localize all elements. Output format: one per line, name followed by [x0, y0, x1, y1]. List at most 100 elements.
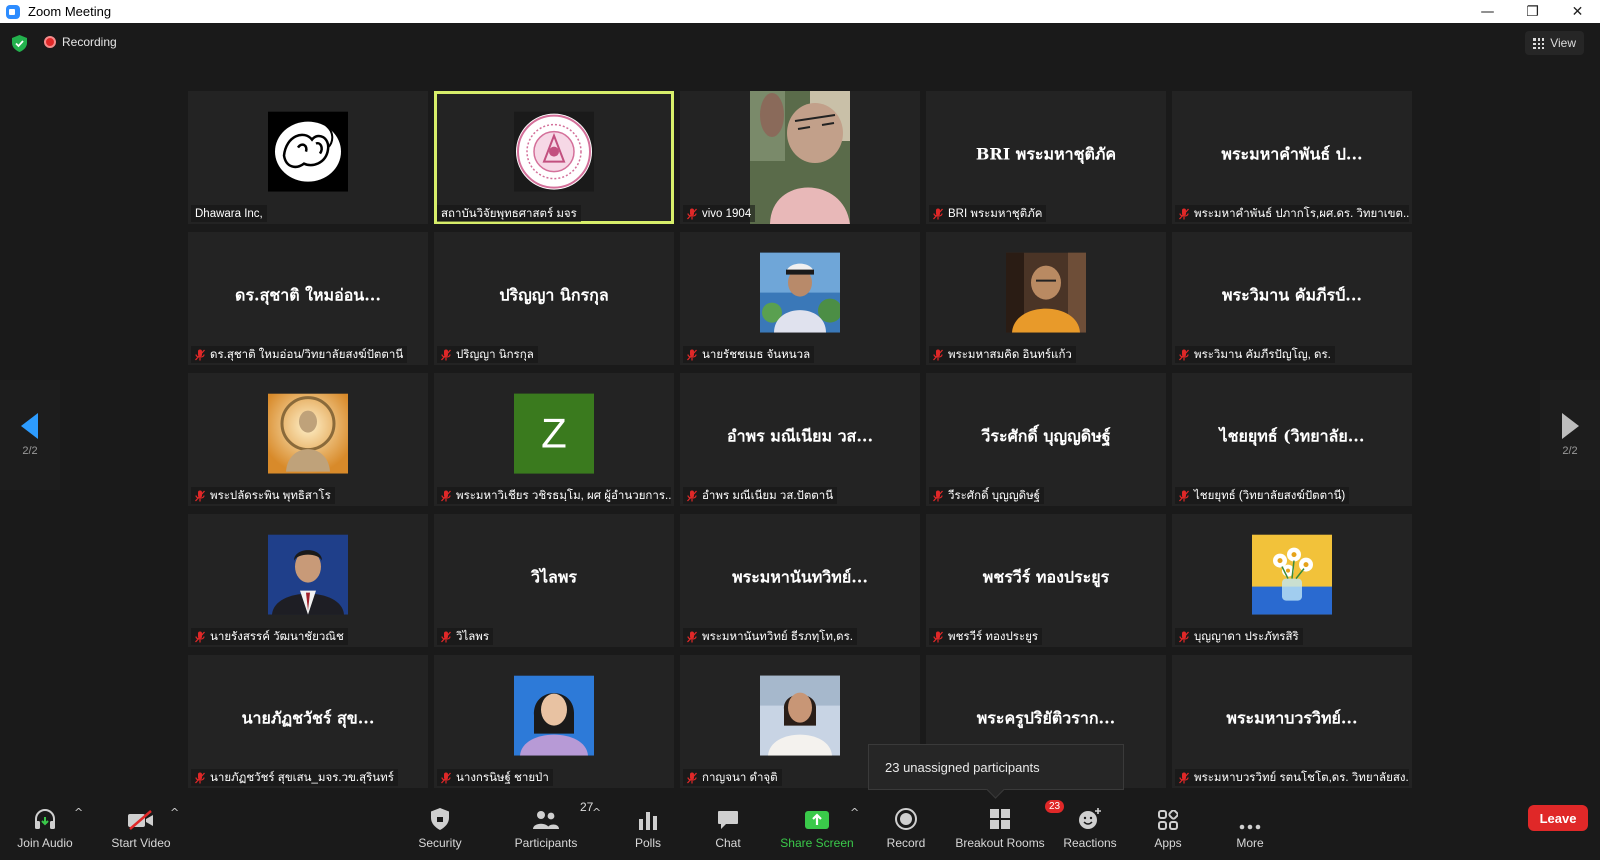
chat-label: Chat [715, 836, 741, 850]
participant-name: วีระศักดิ์ บุญญดิษฐ์ [948, 489, 1041, 502]
join-audio-button[interactable]: Join Audio [14, 800, 76, 860]
more-dots-icon [1239, 824, 1261, 830]
leave-button[interactable]: Leave [1528, 805, 1588, 831]
participant-name: นายภัฏชวัชร์ สุขเสน_มจร.วข.สุรินทร์ [210, 771, 394, 784]
share-options-chevron-icon[interactable]: ^ [850, 806, 859, 819]
start-video-button[interactable]: Start Video [106, 800, 176, 860]
participant-name-label: อำพร มณีเนียม วส.ปัตตานี [683, 487, 838, 504]
polls-icon [639, 812, 657, 830]
participant-tile[interactable]: นายรัชชเมธ จันหนวล [680, 232, 920, 365]
participant-tile[interactable]: พระปลัดระพิน พุทธิสาโร [188, 373, 428, 506]
next-page-button[interactable]: 2/2 [1540, 380, 1600, 490]
audio-options-chevron-icon[interactable]: ^ [74, 806, 83, 819]
unassigned-participants-tooltip: 23 unassigned participants [868, 744, 1124, 790]
participant-name: ไชยยุทธ์ (วิทยาลัยสงฆ์ปัตตานี) [1194, 489, 1346, 502]
minimize-button[interactable]: — [1465, 0, 1510, 23]
participant-name-label: พระปลัดระพิน พุทธิสาโร [191, 487, 335, 504]
participant-tile[interactable]: Dhawara Inc, [188, 91, 428, 224]
encryption-shield-icon[interactable] [12, 35, 27, 52]
participant-tile[interactable]: นายรังสรรค์ วัฒนาชัยวณิช [188, 514, 428, 647]
record-button[interactable]: Record [884, 800, 928, 860]
participant-tile[interactable]: ดร.สุชาติ ใหมอ่อน... ดร.สุชาติ ใหมอ่อน/วิ… [188, 232, 428, 365]
record-label: Record [886, 836, 926, 850]
security-label: Security [418, 836, 462, 850]
participant-display-name: พระครูปริยัติวราก... [976, 708, 1116, 727]
window-titlebar: Zoom Meeting — ❐ ✕ [0, 0, 1600, 23]
participant-name-label: Dhawara Inc, [191, 205, 267, 222]
participant-name-label: พระมหาสมคิด อินทร์แก้ว [929, 346, 1076, 363]
grid-view-icon [1533, 37, 1545, 49]
video-options-chevron-icon[interactable]: ^ [170, 806, 179, 819]
recording-indicator[interactable]: Recording [44, 35, 117, 49]
participant-tile[interactable]: บุญญาดา ประภัทรสิริ [1172, 514, 1412, 647]
chat-icon [718, 811, 738, 829]
participant-display-name: พระมหานันทวิทย์... [732, 567, 868, 586]
participant-name-label: ปริญญา นิกรกุล [437, 346, 538, 363]
participant-tile[interactable]: พระวิมาน คัมภีรป์... พระวิมาน คัมภีรปัญโญ… [1172, 232, 1412, 365]
participant-video [750, 91, 850, 224]
participant-tile[interactable]: BRI พระมหาชุติภัค BRI พระมหาชุติภัค [926, 91, 1166, 224]
participant-tile[interactable]: ไชยยุทธ์ (วิทยาลัย... ไชยยุทธ์ (วิทยาลัยส… [1172, 373, 1412, 506]
participant-name-label: กาญจนา ดำจุติ [683, 769, 782, 786]
breakout-rooms-button[interactable]: 23 Breakout Rooms [952, 800, 1065, 860]
meeting-topbar: Recording View [0, 23, 1600, 63]
previous-page-button[interactable]: 2/2 [0, 380, 60, 490]
participant-tile[interactable]: พระมหาบวรวิทย์... พระมหาบวรวิทย์ รตนโชโต,… [1172, 655, 1412, 788]
polls-button[interactable]: Polls [628, 800, 668, 860]
participants-button[interactable]: 27 Participants [512, 800, 594, 860]
participants-icon [533, 811, 559, 829]
participants-options-chevron-icon[interactable]: ^ [592, 806, 601, 819]
apps-button[interactable]: Apps [1148, 800, 1188, 860]
participant-tile[interactable]: อำพร มณีเนียม วส... อำพร มณีเนียม วส.ปัตต… [680, 373, 920, 506]
video-off-icon [128, 810, 153, 830]
participant-display-name: วีระศักดิ์ บุญญดิษฐ์ [981, 426, 1111, 445]
avatar [268, 111, 348, 192]
participant-name: สถาบันวิจัยพุทธศาสตร์ มจร [441, 207, 577, 220]
participant-tile[interactable]: วีระศักดิ์ บุญญดิษฐ์ วีระศักดิ์ บุญญดิษฐ์ [926, 373, 1166, 506]
chat-button[interactable]: Chat [708, 800, 748, 860]
participant-name: ปริญญา นิกรกุล [456, 348, 534, 361]
more-button[interactable]: More [1230, 800, 1270, 860]
participant-tile[interactable]: วิไลพร วิไลพร [434, 514, 674, 647]
participant-display-name: ปริญญา นิกรกุล [499, 285, 609, 304]
view-button[interactable]: View [1525, 31, 1584, 55]
participant-name-label: vivo 1904 [683, 205, 756, 222]
participant-tile[interactable]: นางกรนิษฐ์ ชายป่า [434, 655, 674, 788]
share-screen-label: Share Screen [780, 836, 854, 850]
participant-tile[interactable]: สถาบันวิจัยพุทธศาสตร์ มจร [434, 91, 674, 224]
muted-mic-icon [933, 208, 943, 219]
participant-tile[interactable]: vivo 1904 [680, 91, 920, 224]
page-indicator-left: 2/2 [22, 445, 38, 457]
muted-mic-icon [687, 490, 697, 501]
recording-label: Recording [62, 35, 117, 49]
reactions-button[interactable]: Reactions [1062, 800, 1118, 860]
participant-tile[interactable]: พชรวีร์ ทองประยูร พชรวีร์ ทองประยูร [926, 514, 1166, 647]
participant-name: พระปลัดระพิน พุทธิสาโร [210, 489, 331, 502]
participant-tile[interactable]: ปริญญา นิกรกุล ปริญญา นิกรกุล [434, 232, 674, 365]
security-button[interactable]: Security [410, 800, 470, 860]
participant-name-label: ดร.สุชาติ ใหมอ่อน/วิทยาลัยสงฆ์ปัตตานี [191, 346, 408, 363]
participant-name: อำพร มณีเนียม วส.ปัตตานี [702, 489, 834, 502]
muted-mic-icon [195, 490, 205, 501]
arrow-right-icon [1562, 413, 1579, 439]
participant-name: Dhawara Inc, [195, 207, 263, 220]
window-controls: — ❐ ✕ [1465, 0, 1600, 23]
muted-mic-icon [933, 631, 943, 642]
close-window-button[interactable]: ✕ [1555, 0, 1600, 23]
restore-button[interactable]: ❐ [1510, 0, 1555, 23]
muted-mic-icon [441, 349, 451, 360]
gallery-grid: Dhawara Inc, สถาบันวิจัยพุทธศาสตร์ มจร viv… [188, 91, 1413, 788]
muted-mic-icon [687, 631, 697, 642]
participant-tile[interactable]: พระมหาสมคิด อินทร์แก้ว [926, 232, 1166, 365]
muted-mic-icon [1179, 631, 1189, 642]
participant-tile[interactable]: พระมหาคำพันธ์ ป... พระมหาคำพันธ์ ปภากโร,ผ… [1172, 91, 1412, 224]
muted-mic-icon [1179, 490, 1189, 501]
muted-mic-icon [195, 349, 205, 360]
participant-tile[interactable]: นายภัฏชวัชร์ สุข... นายภัฏชวัชร์ สุขเสน_ม… [188, 655, 428, 788]
share-screen-button[interactable]: Share Screen [780, 800, 854, 860]
participant-tile[interactable]: Z พระมหาวิเชียร วชิรธมฺโม, ผศ ผู้อำนวยการ… [434, 373, 674, 506]
muted-mic-icon [195, 631, 205, 642]
reactions-smiley-icon [1079, 808, 1101, 829]
participant-name-label: วิไลพร [437, 628, 494, 645]
participant-tile[interactable]: พระมหานันทวิทย์... พระมหานันทวิทย์ ธีรภทฺ… [680, 514, 920, 647]
